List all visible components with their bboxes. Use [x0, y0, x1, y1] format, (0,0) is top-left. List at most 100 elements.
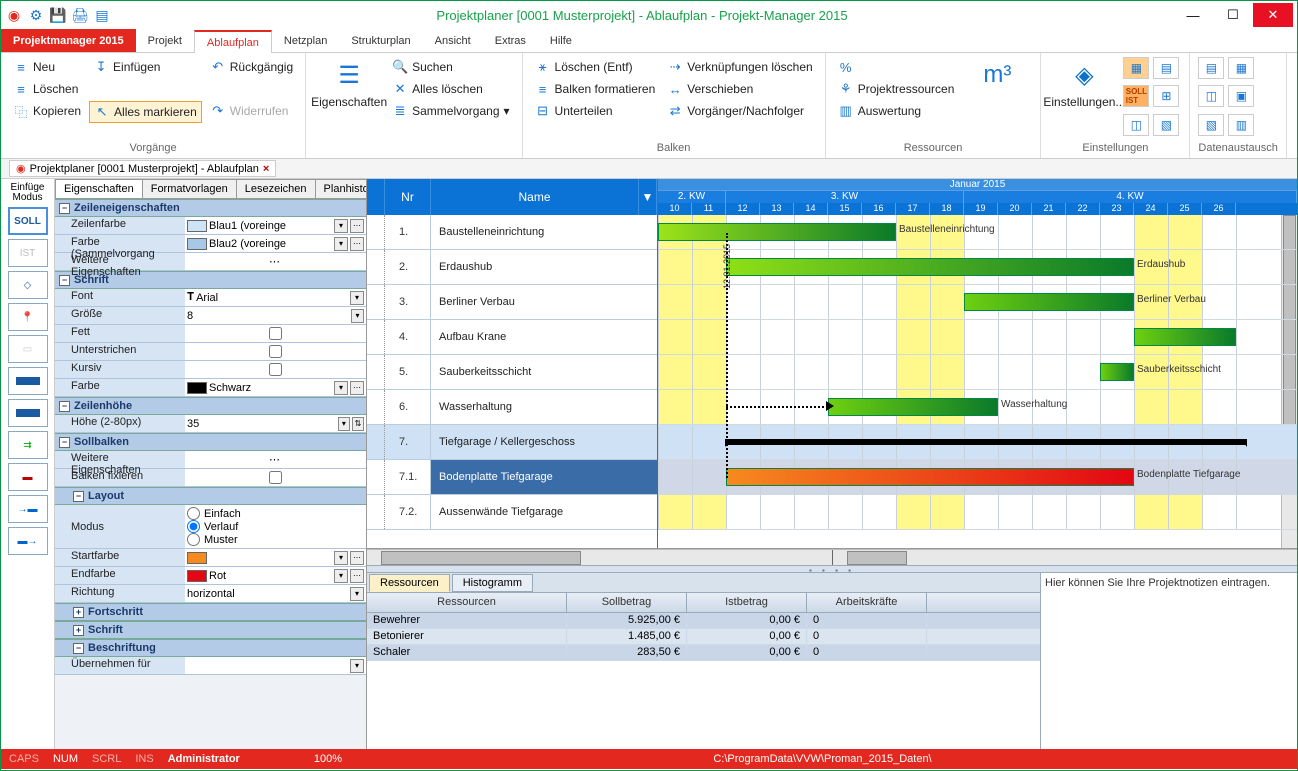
qat-gear-icon[interactable]: ⚙ [27, 6, 45, 24]
rth-arbeitskraefte[interactable]: Arbeitskräfte [807, 593, 927, 612]
gantt-bar[interactable] [1134, 328, 1236, 346]
mode-link3[interactable]: →▬ [8, 495, 48, 523]
btab-histogramm[interactable]: Histogramm [452, 574, 533, 592]
task-row[interactable]: 3.Berliner Verbau [367, 285, 657, 320]
close-button[interactable]: ✕ [1253, 3, 1293, 27]
gantt-hscroll[interactable] [367, 549, 1297, 565]
btn-widerrufen[interactable]: ↷Widerrufen [206, 101, 297, 121]
proptab-eigenschaften[interactable]: Eigenschaften [55, 179, 143, 198]
mode-soll[interactable]: SOLL [8, 207, 48, 235]
btn-verknuepfungen[interactable]: ⇢Verknüpfungen löschen [663, 57, 816, 77]
btn-kurz1[interactable]: % [834, 57, 959, 77]
mode-milestone[interactable]: ◇ [8, 271, 48, 299]
dd-startfarbe[interactable]: ▾ [334, 551, 348, 565]
btn-einstellungen[interactable]: ◈Einstellungen... [1049, 57, 1119, 140]
splitter[interactable]: ▪ ▪ ▪ ▪ [367, 565, 1297, 573]
tab-extras[interactable]: Extras [483, 29, 538, 52]
gantt-bar[interactable]: Erdaushub [726, 258, 1134, 276]
settings-grid[interactable]: ▦▤ SOLLIST⊞ ◫▧ [1123, 57, 1181, 140]
mode-image[interactable]: ▭ [8, 335, 48, 363]
minimize-button[interactable]: — [1173, 3, 1213, 27]
dd-zeilenfarbe[interactable]: ▾ [334, 219, 348, 233]
proptab-formatvorlagen[interactable]: Formatvorlagen [142, 179, 237, 198]
tab-projekt[interactable]: Projekt [136, 29, 194, 52]
sect-zeileneigenschaften[interactable]: −Zeileneigenschaften [55, 199, 366, 217]
input-hoehe[interactable] [187, 418, 336, 430]
btn-einfuegen[interactable]: ↧Einfügen [89, 57, 202, 77]
rth-istbetrag[interactable]: Istbetrag [687, 593, 807, 612]
doc-close-icon[interactable]: × [263, 163, 269, 175]
resource-row[interactable]: Betonierer1.485,00 €0,00 €0 [367, 629, 1040, 645]
document-tab[interactable]: ◉ Projektplaner [0001 Musterprojekt] - A… [9, 160, 276, 177]
gantt-bar[interactable]: Bodenplatte Tiefgarage [726, 468, 1134, 486]
notes-panel[interactable]: Hier können Sie Ihre Projektnotizen eint… [1041, 573, 1297, 749]
dd-farbe[interactable]: ▾ [334, 381, 348, 395]
btn-alles-markieren[interactable]: ↖Alles markieren [89, 101, 202, 123]
btn-auswertung[interactable]: ▥Auswertung [834, 101, 959, 121]
radio-muster[interactable]: Muster [187, 533, 241, 546]
cb-fett[interactable] [269, 327, 282, 340]
btn-neu[interactable]: ≡Neu [9, 57, 85, 77]
sect-fortschritt[interactable]: +Fortschritt [55, 603, 366, 621]
tab-brand[interactable]: Projektmanager 2015 [1, 29, 136, 52]
qat-window-icon[interactable]: ▤ [93, 6, 111, 24]
task-row[interactable]: 2.Erdaushub [367, 250, 657, 285]
btn-kopieren[interactable]: ⿻Kopieren [9, 101, 85, 121]
btn-loeschen[interactable]: ≡Löschen [9, 79, 85, 99]
mode-bar1[interactable] [8, 367, 48, 395]
spin-hoehe[interactable]: ⇅ [352, 417, 364, 431]
mode-ist[interactable]: IST [8, 239, 48, 267]
input-groesse[interactable] [187, 310, 349, 322]
col-name[interactable]: Name [431, 179, 639, 215]
cb-kursiv[interactable] [269, 363, 282, 376]
task-row[interactable]: 7.1.Bodenplatte Tiefgarage [367, 460, 657, 495]
summary-bar[interactable] [726, 439, 1246, 445]
dd-endfarbe[interactable]: ▾ [334, 569, 348, 583]
dd-sammel[interactable]: ▾ [334, 237, 348, 251]
sect-layout[interactable]: −Layout [55, 487, 366, 505]
col-nr[interactable]: Nr [385, 179, 431, 215]
maximize-button[interactable]: ☐ [1213, 3, 1253, 27]
tab-ablaufplan[interactable]: Ablaufplan [194, 30, 272, 53]
dd-ueber[interactable]: ▾ [350, 659, 364, 673]
rth-sollbetrag[interactable]: Sollbetrag [567, 593, 687, 612]
qat-print-icon[interactable]: 🖨 [71, 6, 89, 24]
mode-link2[interactable]: ▬ [8, 463, 48, 491]
task-row[interactable]: 1.Baustelleneinrichtung [367, 215, 657, 250]
sect-schrift2[interactable]: +Schrift [55, 621, 366, 639]
mode-bar2[interactable] [8, 399, 48, 427]
btn-soll-weitere[interactable]: ⋯ [187, 453, 364, 466]
btn-weitere[interactable]: ⋯ [187, 255, 364, 268]
dd-hoehe[interactable]: ▾ [338, 417, 350, 431]
task-row[interactable]: 6.Wasserhaltung [367, 390, 657, 425]
mode-pin[interactable]: 📍 [8, 303, 48, 331]
btn-eigenschaften[interactable]: ☰Eigenschaften [314, 57, 384, 140]
gantt-bar[interactable]: Wasserhaltung [828, 398, 998, 416]
sect-zeilenhoehe[interactable]: −Zeilenhöhe [55, 397, 366, 415]
radio-einfach[interactable]: Einfach [187, 507, 241, 520]
gantt-bar[interactable]: Berliner Verbau [964, 293, 1134, 311]
btn-projektressourcen[interactable]: ⚘Projektressourcen [834, 79, 959, 99]
resource-row[interactable]: Schaler283,50 €0,00 €0 [367, 645, 1040, 661]
proptab-lesezeichen[interactable]: Lesezeichen [236, 179, 316, 198]
tab-netzplan[interactable]: Netzplan [272, 29, 339, 52]
tab-hilfe[interactable]: Hilfe [538, 29, 584, 52]
col-filter-icon[interactable]: ▼ [639, 179, 657, 215]
cb-fixieren[interactable] [269, 471, 282, 484]
task-row[interactable]: 7.2.Aussenwände Tiefgarage [367, 495, 657, 530]
btn-rueckgaengig[interactable]: ↶Rückgängig [206, 57, 297, 77]
gantt-chart[interactable]: Nr Name ▼ 1.Baustelleneinrichtung2.Erdau… [367, 179, 1297, 549]
btn-balken-formatieren[interactable]: ≡Balken formatieren [531, 79, 660, 99]
dd-richtung[interactable]: ▾ [350, 587, 364, 601]
proptab-planhistorie[interactable]: Planhistorie [315, 179, 367, 198]
btn-vorgaenger[interactable]: ⇄Vorgänger/Nachfolger [663, 101, 816, 121]
radio-verlauf[interactable]: Verlauf [187, 520, 241, 533]
btn-alles-loeschen[interactable]: ✕Alles löschen [388, 79, 513, 99]
mode-link4[interactable]: ▬→ [8, 527, 48, 555]
gantt-bar[interactable]: Baustelleneinrichtung [658, 223, 896, 241]
more-start[interactable]: ⋯ [350, 551, 364, 565]
qat-save-icon[interactable]: 💾 [49, 6, 67, 24]
task-row[interactable]: 4.Aufbau Krane [367, 320, 657, 355]
export-grid[interactable]: ▤▦ ◫▣ ▧▥ [1198, 57, 1256, 140]
more-zeilenfarbe[interactable]: ⋯ [350, 219, 364, 233]
